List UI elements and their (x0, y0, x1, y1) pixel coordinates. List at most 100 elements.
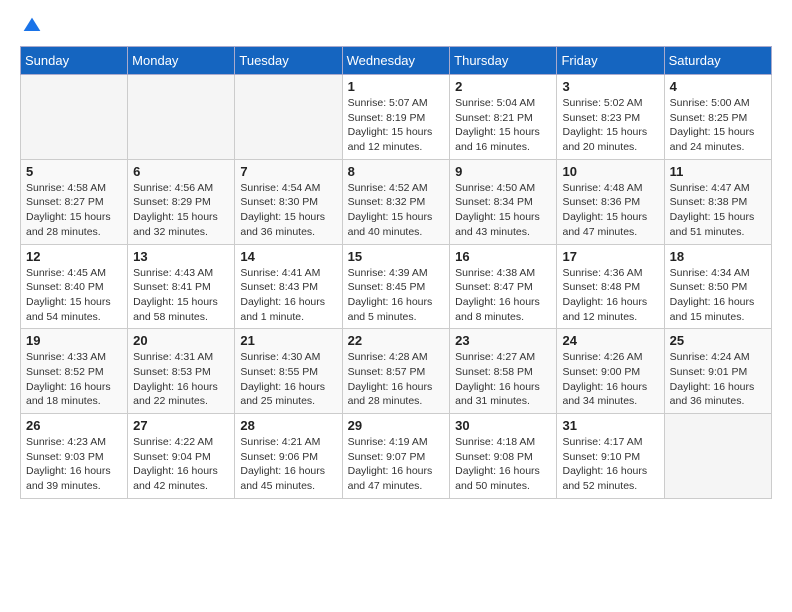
calendar-cell: 3 Sunrise: 5:02 AMSunset: 8:23 PMDaylight… (557, 75, 664, 160)
day-info: Sunrise: 4:30 AMSunset: 8:55 PMDaylight:… (240, 350, 336, 409)
calendar-cell: 14 Sunrise: 4:41 AMSunset: 8:43 PMDayligh… (235, 244, 342, 329)
calendar-cell: 25 Sunrise: 4:24 AMSunset: 9:01 PMDayligh… (664, 329, 771, 414)
day-info: Sunrise: 5:04 AMSunset: 8:21 PMDaylight:… (455, 96, 551, 155)
calendar-cell (235, 75, 342, 160)
col-header-tuesday: Tuesday (235, 47, 342, 75)
day-number: 10 (562, 164, 658, 179)
day-info: Sunrise: 4:26 AMSunset: 9:00 PMDaylight:… (562, 350, 658, 409)
col-header-saturday: Saturday (664, 47, 771, 75)
day-number: 25 (670, 333, 766, 348)
day-number: 18 (670, 249, 766, 264)
day-number: 2 (455, 79, 551, 94)
day-info: Sunrise: 4:54 AMSunset: 8:30 PMDaylight:… (240, 181, 336, 240)
calendar-cell (128, 75, 235, 160)
day-number: 24 (562, 333, 658, 348)
day-number: 23 (455, 333, 551, 348)
calendar-cell: 28Sunrise: 4:21 AMSunset: 9:06 PMDayligh… (235, 414, 342, 499)
calendar-cell: 23Sunrise: 4:27 AMSunset: 8:58 PMDayligh… (450, 329, 557, 414)
day-info: Sunrise: 4:50 AMSunset: 8:34 PMDaylight:… (455, 181, 551, 240)
calendar-cell: 18 Sunrise: 4:34 AMSunset: 8:50 PMDayligh… (664, 244, 771, 329)
day-info: Sunrise: 4:17 AMSunset: 9:10 PMDaylight:… (562, 435, 658, 494)
calendar-cell (664, 414, 771, 499)
day-number: 7 (240, 164, 336, 179)
day-number: 11 (670, 164, 766, 179)
day-number: 29 (348, 418, 445, 433)
calendar-cell: 13 Sunrise: 4:43 AMSunset: 8:41 PMDayligh… (128, 244, 235, 329)
col-header-sunday: Sunday (21, 47, 128, 75)
day-info: Sunrise: 4:19 AMSunset: 9:07 PMDaylight:… (348, 435, 445, 494)
day-info: Sunrise: 4:34 AMSunset: 8:50 PMDaylight:… (670, 266, 766, 325)
calendar-cell: 31 Sunrise: 4:17 AMSunset: 9:10 PMDayligh… (557, 414, 664, 499)
day-info: Sunrise: 4:41 AMSunset: 8:43 PMDaylight:… (240, 266, 336, 325)
day-info: Sunrise: 4:33 AMSunset: 8:52 PMDaylight:… (26, 350, 122, 409)
calendar-cell: 30 Sunrise: 4:18 AMSunset: 9:08 PMDayligh… (450, 414, 557, 499)
col-header-wednesday: Wednesday (342, 47, 450, 75)
day-info: Sunrise: 4:38 AMSunset: 8:47 PMDaylight:… (455, 266, 551, 325)
calendar-cell: 12 Sunrise: 4:45 AMSunset: 8:40 PMDayligh… (21, 244, 128, 329)
day-info: Sunrise: 4:23 AMSunset: 9:03 PMDaylight:… (26, 435, 122, 494)
calendar-week-2: 5Sunrise: 4:58 AMSunset: 8:27 PMDaylight… (21, 159, 772, 244)
calendar-cell: 5Sunrise: 4:58 AMSunset: 8:27 PMDaylight… (21, 159, 128, 244)
day-info: Sunrise: 4:18 AMSunset: 9:08 PMDaylight:… (455, 435, 551, 494)
day-info: Sunrise: 5:07 AMSunset: 8:19 PMDaylight:… (348, 96, 445, 155)
calendar-cell: 27 Sunrise: 4:22 AMSunset: 9:04 PMDayligh… (128, 414, 235, 499)
day-info: Sunrise: 4:58 AMSunset: 8:27 PMDaylight:… (26, 181, 122, 240)
calendar-cell: 26 Sunrise: 4:23 AMSunset: 9:03 PMDayligh… (21, 414, 128, 499)
calendar-week-4: 19 Sunrise: 4:33 AMSunset: 8:52 PMDayligh… (21, 329, 772, 414)
page-header (20, 16, 772, 36)
day-info: Sunrise: 4:52 AMSunset: 8:32 PMDaylight:… (348, 181, 445, 240)
day-number: 14 (240, 249, 336, 264)
logo-icon (22, 16, 42, 36)
col-header-friday: Friday (557, 47, 664, 75)
day-number: 15 (348, 249, 445, 264)
col-header-thursday: Thursday (450, 47, 557, 75)
calendar-cell: 17 Sunrise: 4:36 AMSunset: 8:48 PMDayligh… (557, 244, 664, 329)
day-number: 8 (348, 164, 445, 179)
day-info: Sunrise: 4:22 AMSunset: 9:04 PMDaylight:… (133, 435, 229, 494)
calendar-cell: 4 Sunrise: 5:00 AMSunset: 8:25 PMDaylight… (664, 75, 771, 160)
day-info: Sunrise: 4:28 AMSunset: 8:57 PMDaylight:… (348, 350, 445, 409)
calendar-week-1: 1 Sunrise: 5:07 AMSunset: 8:19 PMDaylight… (21, 75, 772, 160)
day-number: 3 (562, 79, 658, 94)
day-number: 26 (26, 418, 122, 433)
day-info: Sunrise: 5:02 AMSunset: 8:23 PMDaylight:… (562, 96, 658, 155)
day-number: 21 (240, 333, 336, 348)
day-number: 4 (670, 79, 766, 94)
calendar-cell: 20 Sunrise: 4:31 AMSunset: 8:53 PMDayligh… (128, 329, 235, 414)
calendar-week-3: 12 Sunrise: 4:45 AMSunset: 8:40 PMDayligh… (21, 244, 772, 329)
day-number: 22 (348, 333, 445, 348)
day-number: 19 (26, 333, 122, 348)
day-info: Sunrise: 4:45 AMSunset: 8:40 PMDaylight:… (26, 266, 122, 325)
day-number: 13 (133, 249, 229, 264)
day-number: 6 (133, 164, 229, 179)
calendar-cell: 8 Sunrise: 4:52 AMSunset: 8:32 PMDaylight… (342, 159, 450, 244)
day-number: 17 (562, 249, 658, 264)
calendar-cell: 11 Sunrise: 4:47 AMSunset: 8:38 PMDayligh… (664, 159, 771, 244)
calendar-cell: 1 Sunrise: 5:07 AMSunset: 8:19 PMDaylight… (342, 75, 450, 160)
calendar-cell: 16 Sunrise: 4:38 AMSunset: 8:47 PMDayligh… (450, 244, 557, 329)
calendar-cell: 9 Sunrise: 4:50 AMSunset: 8:34 PMDaylight… (450, 159, 557, 244)
day-number: 27 (133, 418, 229, 433)
day-number: 1 (348, 79, 445, 94)
calendar-cell: 22 Sunrise: 4:28 AMSunset: 8:57 PMDayligh… (342, 329, 450, 414)
day-info: Sunrise: 4:31 AMSunset: 8:53 PMDaylight:… (133, 350, 229, 409)
calendar-cell: 2 Sunrise: 5:04 AMSunset: 8:21 PMDaylight… (450, 75, 557, 160)
calendar-cell: 19 Sunrise: 4:33 AMSunset: 8:52 PMDayligh… (21, 329, 128, 414)
day-number: 9 (455, 164, 551, 179)
day-info: Sunrise: 4:24 AMSunset: 9:01 PMDaylight:… (670, 350, 766, 409)
day-info: Sunrise: 4:47 AMSunset: 8:38 PMDaylight:… (670, 181, 766, 240)
calendar-cell: 7 Sunrise: 4:54 AMSunset: 8:30 PMDaylight… (235, 159, 342, 244)
day-number: 20 (133, 333, 229, 348)
day-info: Sunrise: 4:39 AMSunset: 8:45 PMDaylight:… (348, 266, 445, 325)
day-info: Sunrise: 4:36 AMSunset: 8:48 PMDaylight:… (562, 266, 658, 325)
calendar-cell: 15 Sunrise: 4:39 AMSunset: 8:45 PMDayligh… (342, 244, 450, 329)
calendar-cell: 24 Sunrise: 4:26 AMSunset: 9:00 PMDayligh… (557, 329, 664, 414)
day-info: Sunrise: 4:43 AMSunset: 8:41 PMDaylight:… (133, 266, 229, 325)
day-number: 30 (455, 418, 551, 433)
day-number: 28 (240, 418, 336, 433)
calendar-table: SundayMondayTuesdayWednesdayThursdayFrid… (20, 46, 772, 499)
day-number: 16 (455, 249, 551, 264)
day-number: 31 (562, 418, 658, 433)
day-info: Sunrise: 5:00 AMSunset: 8:25 PMDaylight:… (670, 96, 766, 155)
day-number: 12 (26, 249, 122, 264)
